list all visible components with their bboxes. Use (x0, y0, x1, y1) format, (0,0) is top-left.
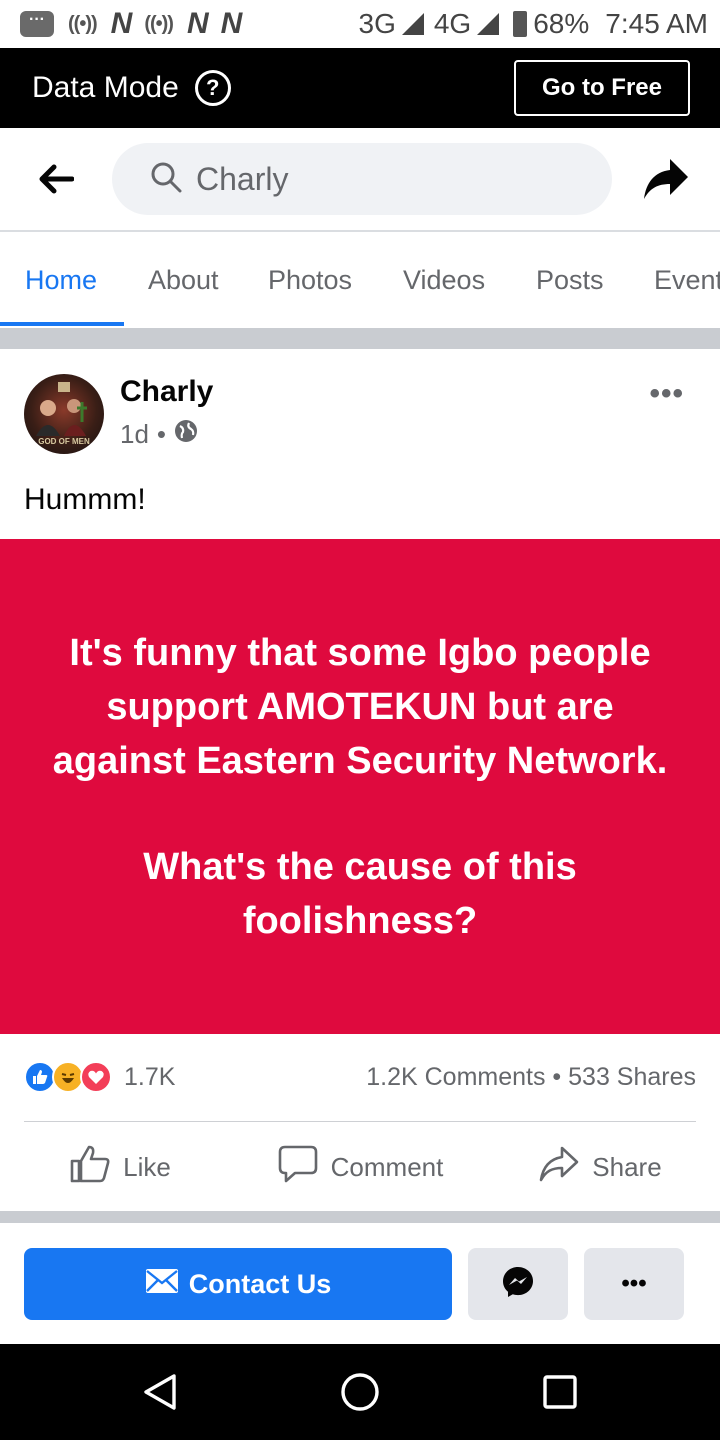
messenger-button[interactable] (468, 1248, 568, 1320)
recents-nav-icon[interactable] (540, 1372, 580, 1412)
reactions-summary[interactable]: 1.7K (24, 1061, 175, 1093)
tab-photos[interactable]: Photos (268, 232, 352, 328)
contact-us-button[interactable]: Contact Us (24, 1248, 452, 1320)
page-tabs: Home About Photos Videos Posts Events (0, 232, 720, 328)
love-reaction-icon (80, 1061, 112, 1093)
data-mode-title: Data Mode (32, 71, 179, 104)
post-image[interactable]: It's funny that some Igbo people support… (0, 539, 720, 1034)
broadcast-icon: ((•)) (144, 12, 174, 35)
messenger-icon (501, 1265, 535, 1304)
go-to-free-button[interactable]: Go to Free (514, 60, 690, 116)
envelope-icon (145, 1268, 179, 1301)
battery-icon (513, 11, 528, 37)
back-nav-icon[interactable] (140, 1372, 180, 1412)
clock: 7:45 AM (605, 8, 708, 39)
system-navigation-bar (0, 1344, 720, 1440)
search-header: Charly (0, 128, 720, 232)
post-more-icon[interactable]: ••• (649, 377, 684, 411)
search-query: Charly (196, 160, 289, 197)
post-meta: 1d • (120, 419, 198, 450)
battery-level: 68% (533, 8, 590, 39)
data-mode-bar: Data Mode ? Go to Free (0, 48, 720, 128)
signal-icon (477, 13, 500, 35)
post-author[interactable]: Charly (120, 375, 213, 409)
notification-n-icon: N (110, 7, 133, 40)
comment-label: Comment (330, 1151, 444, 1182)
back-arrow-icon[interactable] (0, 127, 112, 231)
like-button[interactable]: Like (0, 1123, 240, 1211)
tab-videos[interactable]: Videos (403, 232, 485, 328)
network-3g-label: 3G (358, 8, 396, 39)
tab-home[interactable]: Home (25, 232, 97, 328)
image-text-paragraph-1: It's funny that some Igbo people support… (52, 631, 668, 782)
share-page-icon[interactable] (612, 127, 720, 231)
like-label: Like (123, 1151, 171, 1182)
image-text-paragraph-2: What's the cause of this foolishness? (143, 845, 577, 942)
notification-n-icon: N (186, 7, 209, 40)
post-age[interactable]: 1d (120, 419, 149, 450)
search-icon (150, 161, 182, 198)
reaction-count: 1.7K (124, 1062, 176, 1091)
message-notification-icon: ··· (20, 11, 54, 37)
avatar-caption: GOD OF MEN (38, 437, 90, 446)
globe-icon (174, 419, 198, 450)
tab-posts[interactable]: Posts (536, 232, 604, 328)
share-icon (538, 1145, 580, 1190)
share-button[interactable]: Share (480, 1123, 720, 1211)
tab-events[interactable]: Events (654, 232, 720, 328)
section-divider (0, 328, 720, 349)
contact-us-label: Contact Us (188, 1268, 332, 1299)
share-label: Share (592, 1151, 662, 1182)
signal-icon (401, 13, 424, 35)
post-actions: Like Comment Share (0, 1123, 720, 1211)
post-card: GOD OF MEN Charly 1d • ••• Hummm! It's f… (0, 349, 720, 1211)
home-nav-icon[interactable] (340, 1372, 380, 1412)
post-text: Hummm! (24, 483, 146, 516)
more-options-button[interactable]: ••• (584, 1248, 684, 1320)
actions-divider (24, 1121, 696, 1122)
comments-shares-count[interactable]: 1.2K Comments • 533 Shares (366, 1063, 696, 1092)
comment-icon (277, 1144, 319, 1191)
search-input[interactable]: Charly (112, 143, 612, 215)
notification-n-icon: N (220, 7, 243, 40)
network-4g-label: 4G (433, 8, 472, 39)
tab-about[interactable]: About (148, 232, 219, 328)
page-action-bar: Contact Us ••• (0, 1223, 720, 1344)
section-divider (0, 1211, 720, 1223)
avatar[interactable]: GOD OF MEN (24, 374, 104, 454)
active-tab-indicator (0, 322, 124, 326)
like-icon (69, 1144, 111, 1191)
comment-button[interactable]: Comment (240, 1123, 480, 1211)
help-icon[interactable]: ? (194, 70, 231, 106)
broadcast-icon: ((•)) (68, 12, 98, 35)
status-bar: ··· ((•)) N ((•)) N N 3G 4G 68% 7:45 AM (0, 0, 720, 48)
meta-separator: • (156, 419, 167, 449)
